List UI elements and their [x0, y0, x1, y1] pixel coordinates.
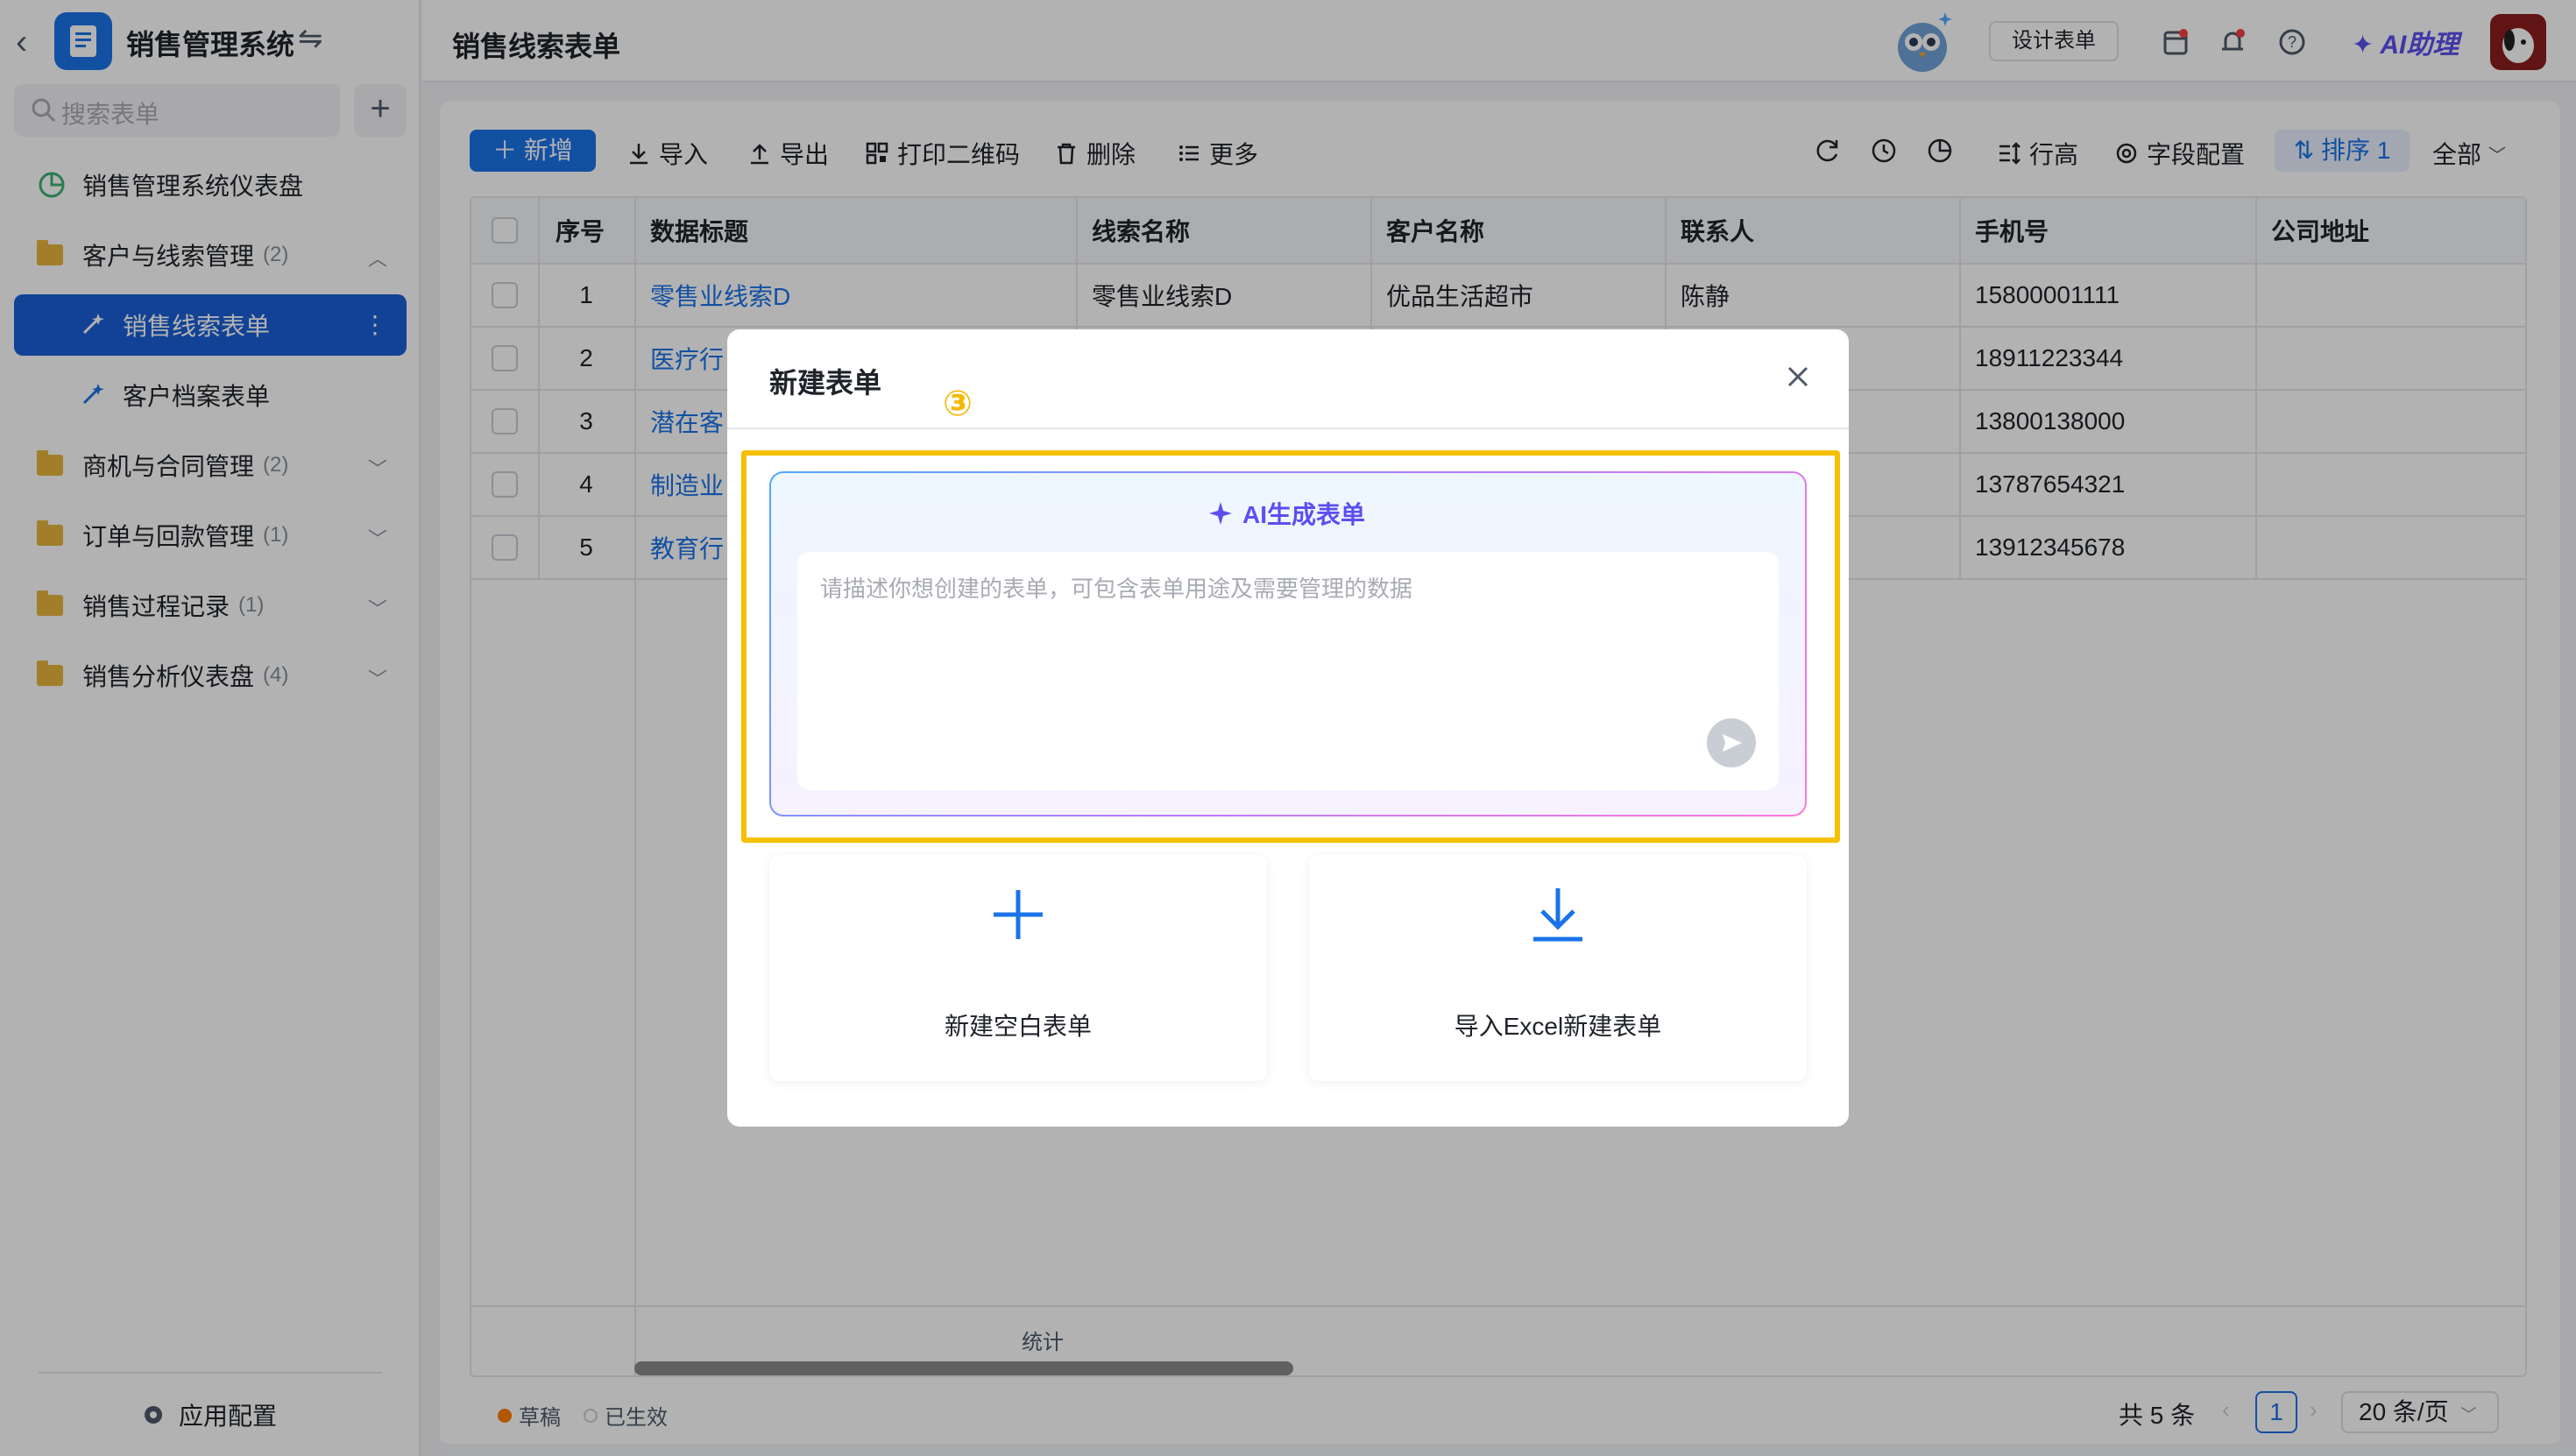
download-icon — [1533, 888, 1582, 942]
import-excel-card[interactable]: 导入Excel新建表单 — [1309, 855, 1807, 1081]
close-icon[interactable] — [1780, 359, 1815, 394]
plus-icon — [994, 890, 1043, 939]
blank-form-label: 新建空白表单 — [944, 1013, 1092, 1040]
step-highlight-frame — [741, 450, 1840, 843]
import-excel-label: 导入Excel新建表单 — [1454, 1013, 1662, 1040]
dialog-title: 新建表单 — [769, 367, 882, 399]
step-marker: ③ — [943, 385, 973, 423]
blank-form-card[interactable]: 新建空白表单 — [769, 855, 1267, 1081]
dialog-divider — [727, 428, 1849, 429]
